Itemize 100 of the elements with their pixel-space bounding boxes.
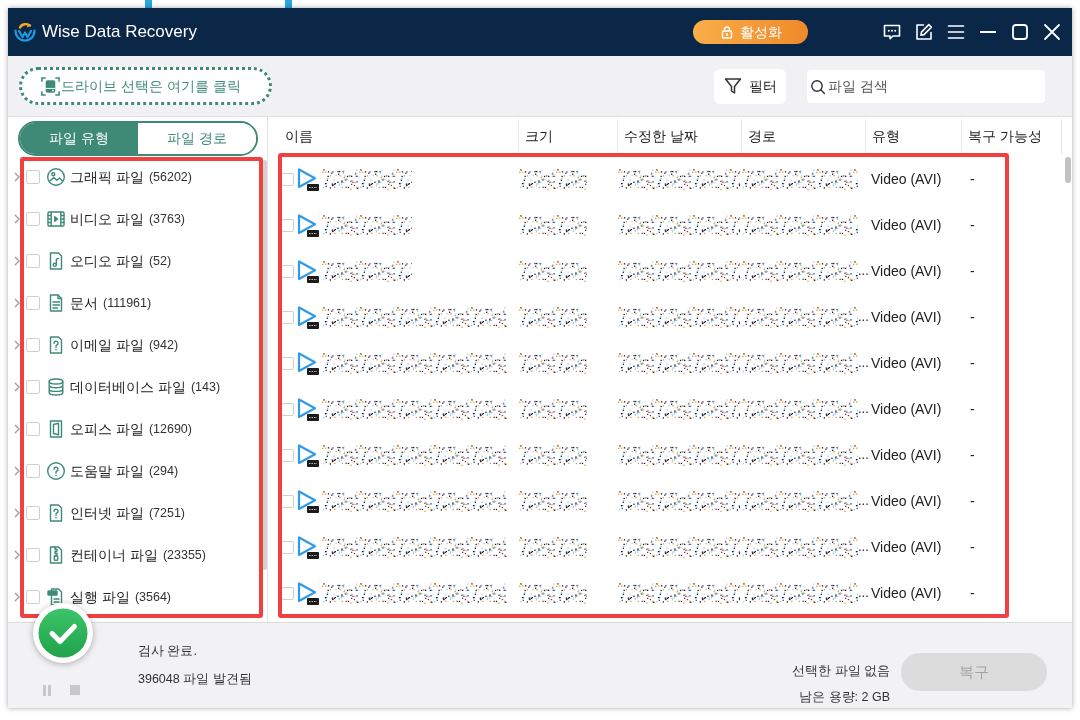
file-count: (143): [190, 378, 221, 396]
category-label[interactable]: 문서: [70, 292, 98, 314]
checkbox[interactable]: [26, 380, 40, 394]
category-label[interactable]: 비디오 파일: [70, 208, 144, 230]
selection-text: 선택한 파일 없음: [792, 663, 890, 679]
checkbox[interactable]: [26, 506, 40, 520]
chevron-icon[interactable]: [13, 172, 21, 182]
chat-icon[interactable]: [882, 22, 902, 42]
checkbox[interactable]: [26, 590, 40, 604]
table-cell-text: Video (AVI): [870, 353, 943, 373]
checkbox[interactable]: [26, 548, 40, 562]
category-label[interactable]: 데이터베이스 파일: [70, 376, 186, 398]
video-file-icon: [296, 580, 320, 606]
logo-icon: [13, 20, 37, 44]
path-ellipsis: ...: [858, 262, 869, 281]
table-cell-text: Video (AVI): [870, 261, 943, 281]
accent-bar: [285, 0, 292, 8]
video-file-icon: [296, 396, 320, 422]
close-icon[interactable]: [1042, 22, 1062, 42]
checkbox[interactable]: [26, 422, 40, 436]
video-file-icon: [296, 212, 320, 238]
path-ellipsis: ...: [858, 308, 869, 327]
maximize-icon[interactable]: [1010, 22, 1030, 42]
path-ellipsis: ...: [858, 354, 869, 373]
checkbox[interactable]: [26, 254, 40, 268]
category-label[interactable]: 그래픽 파일: [70, 166, 144, 188]
category-label[interactable]: 컨테이너 파일: [70, 544, 158, 566]
filter-button[interactable]: 필터: [714, 68, 786, 104]
free-space-text: 남은 용량: 2 GB: [799, 689, 890, 705]
chevron-icon[interactable]: [13, 592, 21, 602]
checkbox[interactable]: [26, 170, 40, 184]
column-header[interactable]: 유형: [866, 119, 962, 154]
lock-icon: [719, 25, 734, 39]
film-icon: [46, 209, 66, 229]
table-cell-text: -: [969, 537, 976, 557]
file-count: (23355): [162, 546, 206, 564]
table-cell-text: Video (AVI): [870, 491, 943, 511]
column-header[interactable]: 수정한 날짜: [618, 119, 742, 154]
file-count: (111961): [103, 294, 152, 312]
path-ellipsis: ...: [858, 584, 869, 603]
table-cell-text: -: [969, 215, 976, 235]
category-label[interactable]: 오피스 파일: [70, 418, 144, 440]
column-header[interactable]: 복구 가능성: [962, 119, 1062, 154]
category-label[interactable]: 오디오 파일: [70, 250, 144, 272]
chevron-icon[interactable]: [13, 340, 21, 350]
video-file-icon: [296, 258, 320, 284]
file-count: (942): [148, 336, 179, 354]
tab[interactable]: 파일 유형: [20, 123, 138, 154]
file-count: (3763): [148, 210, 186, 228]
video-file-icon: [296, 350, 320, 376]
column-header[interactable]: 크기: [519, 119, 618, 154]
column-header[interactable]: 이름: [268, 119, 519, 154]
window-title: Wise Data Recovery: [42, 21, 197, 44]
drive-select-button[interactable]: 드라이브 선택은 여기를 클릭: [19, 67, 272, 105]
file-count: (12690): [148, 420, 192, 438]
chevron-icon[interactable]: [13, 382, 21, 392]
path-ellipsis: ...: [858, 492, 869, 511]
table-cell-text: -: [969, 353, 976, 373]
chevron-icon[interactable]: [13, 508, 21, 518]
edit-icon[interactable]: [914, 22, 934, 42]
column-header[interactable]: 경로: [742, 119, 866, 154]
status-text: 검사 완료.: [138, 643, 198, 659]
video-file-icon: [296, 166, 320, 192]
table-cell-text: Video (AVI): [870, 307, 943, 327]
search-field[interactable]: 파일 검색: [807, 69, 1045, 103]
scrollbar-thumb[interactable]: [1065, 157, 1071, 183]
chevron-icon[interactable]: [13, 214, 21, 224]
image-icon: [46, 167, 66, 187]
table-cell-text: Video (AVI): [870, 399, 943, 419]
chevron-icon[interactable]: [13, 298, 21, 308]
table-cell-text: Video (AVI): [870, 215, 943, 235]
chevron-icon[interactable]: [13, 424, 21, 434]
file-count: (7251): [148, 504, 186, 522]
scrollbar-thumb[interactable]: [262, 160, 267, 570]
category-label[interactable]: 실행 파일: [70, 586, 130, 608]
drive-icon: [40, 75, 61, 97]
category-label[interactable]: 이메일 파일: [70, 334, 144, 356]
path-ellipsis: ...: [858, 538, 869, 557]
table-cell-text: Video (AVI): [870, 169, 943, 189]
table-cell-text: -: [969, 307, 976, 327]
table-cell-text: -: [969, 399, 976, 419]
chevron-icon[interactable]: [13, 550, 21, 560]
table-cell-text: -: [969, 491, 976, 511]
category-label[interactable]: 인터넷 파일: [70, 502, 144, 524]
filter-icon: [723, 76, 743, 96]
file-count: (3564): [134, 588, 172, 606]
menu-icon[interactable]: [946, 22, 966, 42]
path-ellipsis: ...: [858, 446, 869, 465]
checkbox[interactable]: [26, 296, 40, 310]
database-icon: [46, 377, 66, 397]
category-label[interactable]: 도움말 파일: [70, 460, 144, 482]
checkbox[interactable]: [26, 464, 40, 478]
chevron-icon[interactable]: [13, 256, 21, 266]
file-count: (56202): [148, 168, 192, 186]
file-count: (294): [148, 462, 179, 480]
path-ellipsis: ...: [858, 400, 869, 419]
checkbox[interactable]: [26, 338, 40, 352]
chevron-icon[interactable]: [13, 466, 21, 476]
checkbox[interactable]: [26, 212, 40, 226]
file-count: (52): [148, 252, 172, 270]
